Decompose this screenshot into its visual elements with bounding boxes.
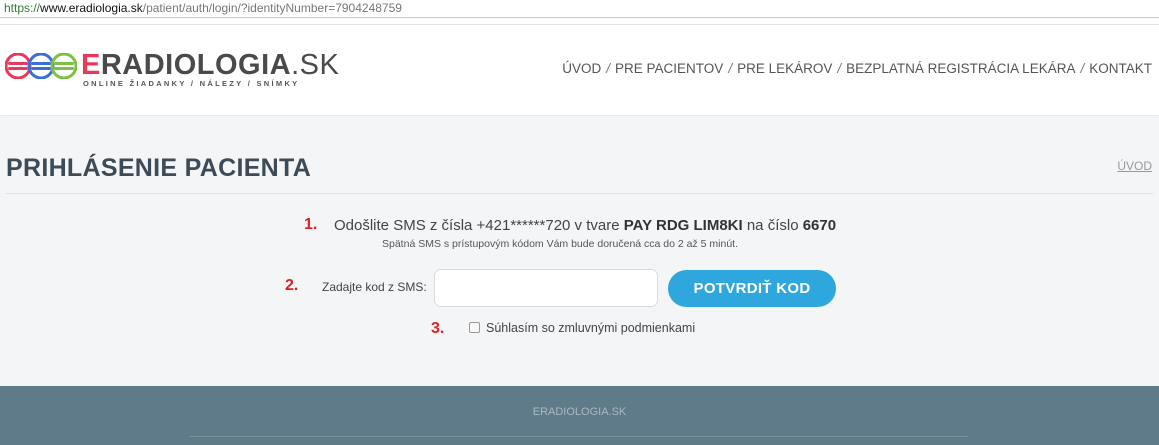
step-3-number: 3. bbox=[431, 320, 445, 337]
nav-registracia-lekara[interactable]: BEZPLATNÁ REGISTRÁCIA LEKÁRA bbox=[846, 61, 1075, 76]
step-2-number: 2. bbox=[285, 277, 299, 294]
sms-note: Spätná SMS s prístupovým kódom Vám bude … bbox=[382, 238, 739, 250]
logo-tagline: ONLINE ŽIADANKY / NÁLEZY / SNÍMKY bbox=[83, 79, 300, 88]
confirm-code-button[interactable]: POTVRDIŤ KOD bbox=[668, 270, 836, 307]
nav-pre-pacientov[interactable]: PRE PACIENTOV bbox=[615, 61, 723, 76]
nav-kontakt[interactable]: KONTAKT bbox=[1089, 61, 1152, 76]
footer-brand: ERADIOLOGIA.SK bbox=[532, 406, 627, 418]
nav-separator: / bbox=[606, 61, 611, 76]
url-path: /patient/auth/login/?identityNumber=7904… bbox=[142, 1, 402, 15]
nav-separator: / bbox=[1080, 61, 1085, 76]
sms-code: PAY RDG LIM8KI bbox=[623, 217, 743, 234]
url-host: www.eradiologia.sk bbox=[40, 1, 143, 15]
step-1-number: 1. bbox=[304, 216, 318, 233]
logo-rings-icon bbox=[5, 53, 77, 79]
sms-code-label: Zadajte kod z SMS: bbox=[322, 280, 427, 294]
nav-uvod[interactable]: ÚVOD bbox=[562, 61, 601, 76]
footer-divider bbox=[190, 436, 968, 437]
sms-number: 6670 bbox=[802, 217, 837, 234]
title-divider bbox=[6, 193, 1153, 194]
site-footer: ERADIOLOGIA.SK bbox=[0, 386, 1159, 445]
page-title: PRIHLÁSENIE PACIENTA bbox=[6, 154, 312, 182]
site-logo[interactable]: ERADIOLOGIA.SK ONLINE ŽIADANKY / NÁLEZY … bbox=[5, 49, 339, 89]
login-content: PRIHLÁSENIE PACIENTA ÚVOD 1. Odošlite SM… bbox=[0, 116, 1159, 386]
url-protocol: https:// bbox=[4, 1, 41, 15]
sms-code-input[interactable] bbox=[434, 269, 658, 307]
browser-address-bar[interactable]: https://www.eradiologia.sk/patient/auth/… bbox=[0, 0, 1159, 18]
main-nav: ÚVOD / PRE PACIENTOV / PRE LEKÁROV / BEZPLATNÁ… bbox=[562, 61, 1152, 76]
nav-pre-lekarov[interactable]: PRE LEKÁROV bbox=[737, 61, 832, 76]
logo-wordmark: ERADIOLOGIA.SK bbox=[81, 49, 340, 81]
nav-separator: / bbox=[837, 61, 842, 76]
site-header: ERADIOLOGIA.SK ONLINE ŽIADANKY / NÁLEZY … bbox=[0, 25, 1159, 115]
nav-separator: / bbox=[728, 61, 733, 76]
breadcrumb-uvod[interactable]: ÚVOD bbox=[1117, 159, 1152, 173]
sms-instruction: Odošlite SMS z čísla +421******720 v tva… bbox=[334, 217, 837, 234]
terms-label[interactable]: Súhlasím so zmluvnými podmienkami bbox=[486, 321, 695, 335]
terms-checkbox[interactable] bbox=[469, 322, 480, 333]
